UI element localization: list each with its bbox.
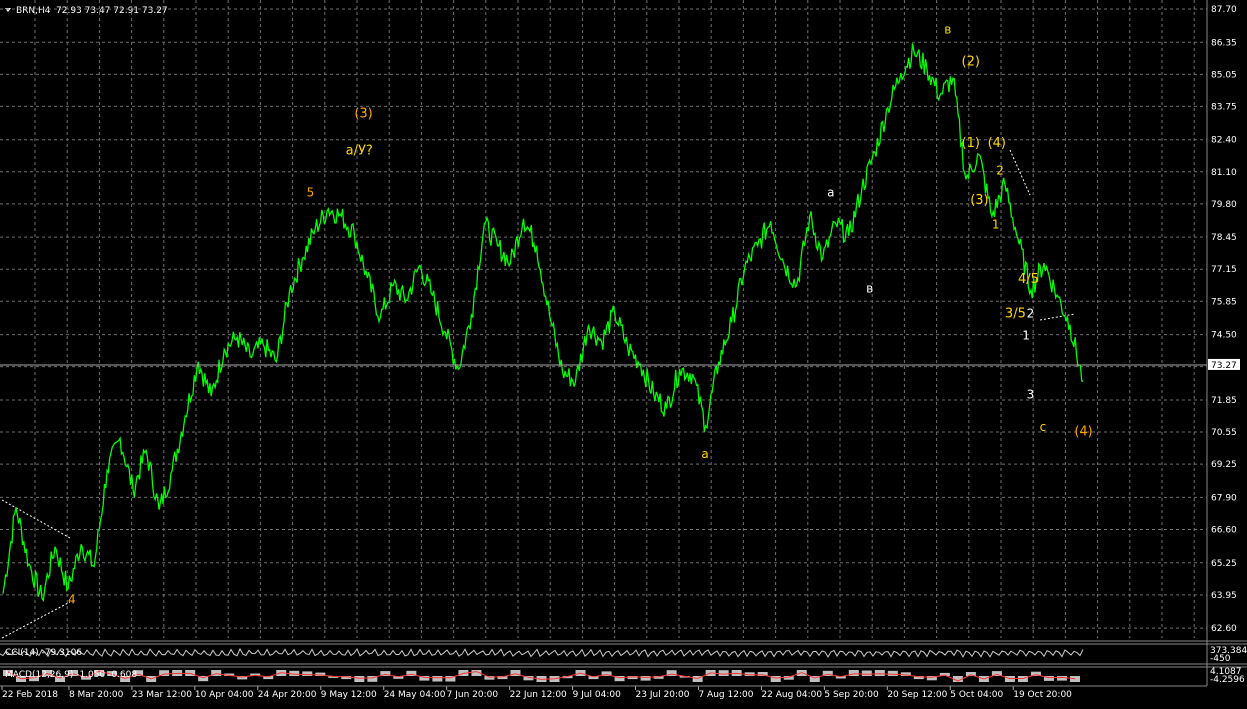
y-tick-label: 75.85: [1211, 297, 1237, 307]
wave-label: (3): [354, 107, 372, 122]
macd-bar: [432, 676, 443, 682]
wave-label: a/У?: [346, 144, 373, 159]
y-tick-label: 74.50: [1211, 331, 1237, 341]
y-tick-label: 63.95: [1211, 591, 1237, 601]
y-tick-label: 87.70: [1211, 5, 1237, 15]
wave-label: в: [866, 282, 873, 296]
y-tick-label: 78.45: [1211, 233, 1237, 243]
wave-label: (1): [962, 136, 980, 151]
x-tick-label: 5 Oct 04:00: [950, 690, 1003, 700]
wave-label: 5: [307, 185, 315, 199]
trading-terminal: BRN,H4 72.93 73.47 72.91 73.27 87.70 86.3…: [0, 0, 1247, 705]
cci-line[interactable]: [0, 647, 1084, 658]
macd-bar: [874, 670, 885, 676]
macd-bar: [887, 670, 898, 676]
x-tick-label: 22 Jun 12:00: [510, 690, 567, 700]
y-tick-label: 83.75: [1211, 102, 1237, 112]
x-tick-label: 20 Sep 12:00: [887, 690, 947, 700]
macd-bar: [848, 670, 859, 676]
wave-label: (4): [1074, 425, 1092, 440]
y-tick-label: 67.90: [1211, 493, 1237, 503]
y-tick-label: 66.60: [1211, 525, 1237, 535]
wave-label: (3): [970, 193, 988, 208]
x-tick-label: 8 Mar 20:00: [69, 690, 124, 700]
y-tick-label: 82.40: [1211, 136, 1237, 146]
macd-scale-bottom: -4.2596: [1210, 675, 1245, 685]
y-tick-label: 65.25: [1211, 559, 1237, 569]
x-tick-label: 24 Apr 20:00: [258, 690, 317, 700]
wave-label: a: [827, 185, 834, 199]
macd-bar: [1056, 676, 1067, 681]
x-tick-label: 23 Jul 20:00: [636, 690, 690, 700]
wave-label: c: [1040, 420, 1047, 434]
y-tick-label: 86.35: [1211, 38, 1237, 48]
cci-label: CCI(14) -79.3106: [5, 648, 82, 658]
wave-label: (2): [962, 55, 980, 70]
price-chart[interactable]: BRN,H4 72.93 73.47 72.91 73.27 87.70 86.3…: [0, 0, 1247, 705]
y-tick-label: 81.10: [1211, 168, 1237, 178]
macd-bar: [965, 672, 976, 676]
x-tick-label: 7 Jun 20:00: [447, 690, 499, 700]
macd-bar: [783, 676, 794, 680]
price-series-line[interactable]: [2, 43, 1084, 603]
x-tick-label: 22 Aug 04:00: [761, 690, 822, 700]
macd-label: MACD(12,26,9) -1.050 -0.608: [5, 670, 137, 680]
trend-line[interactable]: [1009, 149, 1031, 196]
macd-bar: [640, 676, 651, 681]
wave-label: 4/5: [1018, 272, 1039, 287]
x-tick-label: 9 Jul 04:00: [573, 690, 622, 700]
y-tick-label: 62.60: [1211, 624, 1237, 634]
x-tick-label: 5 Sep 20:00: [824, 690, 879, 700]
y-tick-label: 77.15: [1211, 265, 1237, 275]
y-tick-label: 69.25: [1211, 460, 1237, 470]
wave-label: 4: [68, 592, 76, 606]
cci-scale-bottom: -450: [1210, 654, 1231, 664]
ohlc-readout: 72.93 73.47 72.91 73.27: [56, 6, 168, 16]
wave-label: 1: [1022, 329, 1030, 343]
y-tick-label: 85.05: [1211, 70, 1237, 80]
x-axis: 22 Feb 2018 8 Mar 20:00 23 Mar 12:00 10 Apr…: [1, 686, 1072, 700]
y-tick-label: 71.85: [1211, 396, 1237, 406]
wave-label: 1: [992, 218, 1000, 232]
wave-label: (4): [988, 136, 1006, 151]
macd-bar: [1069, 676, 1080, 682]
macd-histogram[interactable]: [3, 670, 1080, 682]
wave-label: a: [701, 447, 708, 461]
wave-label: 3/5: [1005, 306, 1026, 321]
wave-label: 3: [1027, 388, 1035, 402]
y-tick-label: 79.80: [1211, 200, 1237, 210]
x-tick-label: 9 May 12:00: [321, 690, 377, 700]
macd-bar: [861, 670, 872, 676]
wave-label: 2: [1027, 306, 1035, 320]
x-tick-label: 10 Apr 04:00: [195, 690, 254, 700]
wave-label: 2: [996, 163, 1004, 177]
trend-line[interactable]: [1, 601, 71, 639]
x-tick-label: 24 May 04:00: [384, 690, 446, 700]
current-price-label: 73.27: [1211, 361, 1237, 371]
x-tick-label: 22 Feb 2018: [2, 690, 58, 700]
wave-annotations: (3)a/У?54aaвв(2)(1) (4)(3)214/53/5 213c (4): [68, 23, 1093, 607]
x-tick-label: 23 Mar 12:00: [132, 690, 192, 700]
y-axis: 87.70 86.35 85.05 83.75 82.40 81.10 79.80 78.45…: [1211, 5, 1237, 634]
macd-bar: [718, 670, 729, 676]
y-tick-label: 70.55: [1211, 428, 1237, 438]
macd-bar: [302, 671, 313, 676]
x-tick-label: 19 Oct 20:00: [1013, 690, 1072, 700]
x-tick-label: 7 Aug 12:00: [698, 690, 753, 700]
macd-bar: [354, 676, 365, 682]
wave-label: в: [944, 23, 951, 37]
symbol-label: BRN,H4: [16, 6, 51, 16]
trend-line[interactable]: [1039, 313, 1076, 321]
